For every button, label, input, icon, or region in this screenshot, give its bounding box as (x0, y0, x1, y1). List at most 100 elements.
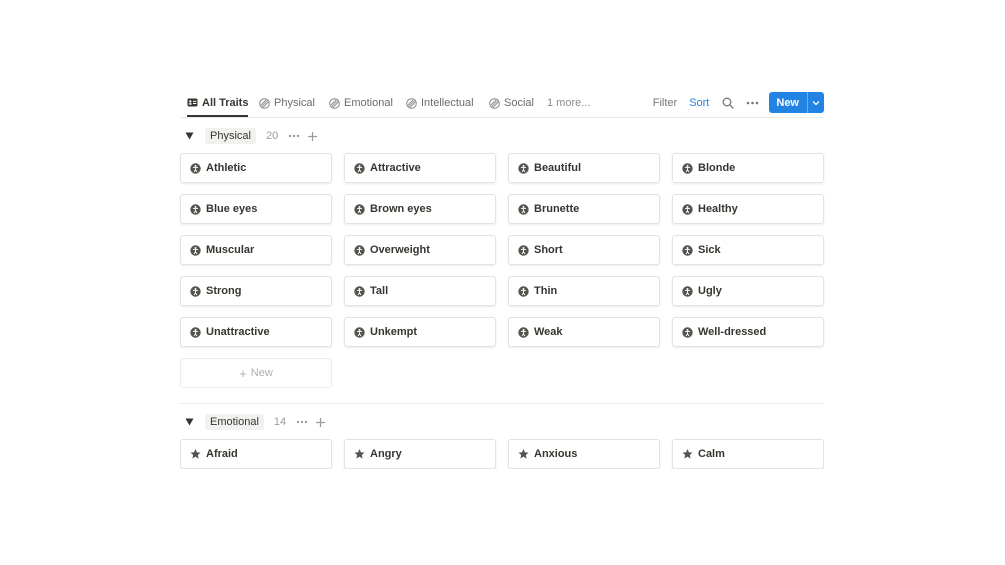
new-card-button[interactable]: + New (180, 358, 332, 388)
trait-card-label: Anxious (534, 448, 578, 460)
person-circle-icon (518, 162, 529, 174)
group-count: 14 (273, 416, 287, 428)
group-more-icon[interactable] (288, 134, 302, 138)
trait-card-label: Ugly (698, 285, 722, 297)
trait-card-tall[interactable]: Tall (344, 276, 496, 306)
trait-card-blue-eyes[interactable]: Blue eyes (180, 194, 332, 224)
group-name: Emotional (205, 414, 264, 430)
trait-card-afraid[interactable]: Afraid (180, 439, 332, 469)
trait-card-label: Strong (206, 285, 242, 297)
star-icon (518, 449, 529, 460)
card-icon (187, 97, 198, 108)
trait-card-athletic[interactable]: Athletic (180, 153, 332, 183)
tab-label: All Traits (202, 96, 249, 109)
card-grid: Afraid Angry Anxious Calm (180, 439, 824, 469)
trait-card-label: Brunette (534, 203, 580, 215)
trait-card-label: Afraid (206, 448, 238, 460)
trait-card-beautiful[interactable]: Beautiful (508, 153, 660, 183)
person-circle-icon (190, 203, 201, 215)
tab-emotional[interactable]: Emotional (329, 90, 393, 116)
person-circle-icon (518, 285, 529, 297)
hatched-circle-icon (259, 97, 270, 109)
group-emotional: Emotional 14 Afraid Angry Anxious Calm (180, 406, 824, 469)
trait-card-label: Unattractive (206, 326, 270, 338)
view-tabs-bar: All Traits Physical Emotional Intellectu… (180, 90, 824, 118)
new-button[interactable]: New (769, 92, 824, 113)
trait-card-overweight[interactable]: Overweight (344, 235, 496, 265)
more-tabs-link[interactable]: 1 more... (547, 90, 590, 116)
group-name: Physical (205, 128, 256, 144)
chevron-down-icon[interactable] (807, 92, 824, 113)
trait-card-weak[interactable]: Weak (508, 317, 660, 347)
group-header: Emotional 14 (180, 406, 824, 438)
trait-card-unkempt[interactable]: Unkempt (344, 317, 496, 347)
hatched-circle-icon (406, 97, 417, 109)
person-circle-icon (354, 244, 365, 256)
person-circle-icon (354, 162, 365, 174)
tab-label: Physical (274, 97, 315, 109)
trait-card-brunette[interactable]: Brunette (508, 194, 660, 224)
trait-card-healthy[interactable]: Healthy (672, 194, 824, 224)
tab-label: Intellectual (421, 97, 474, 109)
trait-card-label: Calm (698, 448, 725, 460)
group-header: Physical 20 (180, 120, 824, 152)
person-circle-icon (682, 326, 693, 338)
tab-intellectual[interactable]: Intellectual (406, 90, 474, 116)
sort-button[interactable]: Sort (689, 97, 709, 109)
trait-card-blonde[interactable]: Blonde (672, 153, 824, 183)
trait-card-attractive[interactable]: Attractive (344, 153, 496, 183)
trait-card-brown-eyes[interactable]: Brown eyes (344, 194, 496, 224)
trait-card-label: Healthy (698, 203, 738, 215)
trait-card-ugly[interactable]: Ugly (672, 276, 824, 306)
person-circle-icon (682, 285, 693, 297)
collapse-triangle-icon[interactable] (185, 131, 195, 141)
person-circle-icon (518, 203, 529, 215)
person-circle-icon (354, 326, 365, 338)
person-circle-icon (518, 326, 529, 338)
group-count: 20 (265, 130, 279, 142)
trait-card-label: Muscular (206, 244, 255, 256)
person-circle-icon (518, 244, 529, 256)
trait-card-label: Attractive (370, 162, 421, 174)
trait-card-muscular[interactable]: Muscular (180, 235, 332, 265)
more-options-icon[interactable] (745, 96, 759, 110)
trait-card-sick[interactable]: Sick (672, 235, 824, 265)
trait-card-label: Blue eyes (206, 203, 258, 215)
card-grid-clip: Afraid Angry Anxious Calm (180, 438, 824, 469)
trait-card-label: Tall (370, 285, 389, 297)
trait-card-label: Short (534, 244, 563, 256)
trait-card-calm[interactable]: Calm (672, 439, 824, 469)
trait-card-label: Angry (370, 448, 402, 460)
trait-card-label: Beautiful (534, 162, 582, 174)
star-icon (354, 449, 365, 460)
trait-card-anxious[interactable]: Anxious (508, 439, 660, 469)
trait-card-strong[interactable]: Strong (180, 276, 332, 306)
search-icon[interactable] (721, 96, 735, 110)
filter-button[interactable]: Filter (653, 97, 677, 109)
trait-card-short[interactable]: Short (508, 235, 660, 265)
trait-card-label: Unkempt (370, 326, 418, 338)
group-more-icon[interactable] (296, 420, 310, 424)
plus-icon: + (239, 365, 247, 381)
group-add-icon[interactable] (307, 130, 319, 142)
trait-card-well-dressed[interactable]: Well-dressed (672, 317, 824, 347)
trait-card-thin[interactable]: Thin (508, 276, 660, 306)
group-add-icon[interactable] (315, 416, 327, 428)
trait-card-label: Athletic (206, 162, 247, 174)
trait-card-label: Sick (698, 244, 721, 256)
tab-social[interactable]: Social (489, 90, 534, 116)
new-button-label: New (776, 96, 799, 109)
trait-card-label: Thin (534, 285, 558, 297)
collapse-triangle-icon[interactable] (185, 417, 195, 427)
tab-physical[interactable]: Physical (259, 90, 315, 116)
trait-card-unattractive[interactable]: Unattractive (180, 317, 332, 347)
star-icon (682, 449, 693, 460)
trait-card-angry[interactable]: Angry (344, 439, 496, 469)
tab-all-traits[interactable]: All Traits (187, 90, 249, 117)
trait-card-label: Blonde (698, 162, 736, 174)
trait-card-label: Brown eyes (370, 203, 432, 215)
hatched-circle-icon (489, 97, 500, 109)
hatched-circle-icon (329, 97, 340, 109)
person-circle-icon (354, 285, 365, 297)
person-circle-icon (354, 203, 365, 215)
